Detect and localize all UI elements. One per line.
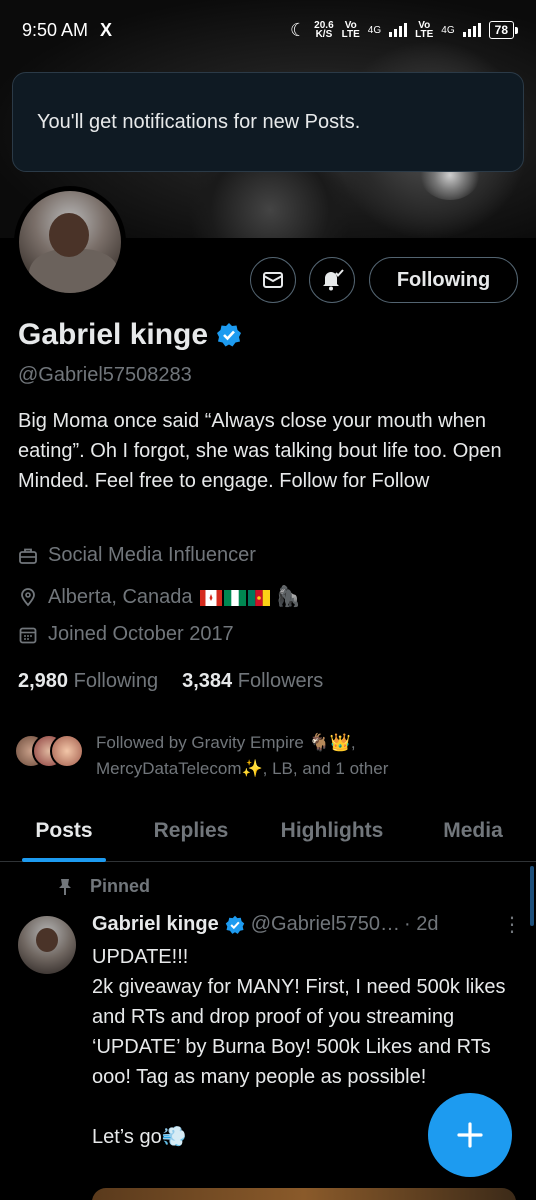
sim1-generation: 4G [367,24,382,36]
cameroon-flag-icon [248,589,271,606]
following-link[interactable]: 2,980 Following [18,670,158,693]
gorilla-emoji: 🦍 [275,586,301,608]
toast-message: You'll get notifications for new Posts. [37,110,361,133]
tab-posts[interactable]: Posts [0,800,128,862]
notifications-button[interactable] [309,257,355,303]
battery-level: 78 [494,23,508,37]
profile-location: Alberta, Canada 🦍 [18,584,301,609]
category-label: Social Media Influencer [48,544,256,566]
tab-highlights[interactable]: Highlights [254,800,410,862]
x-logo-icon: X [100,19,113,40]
avatar-photo [19,191,121,293]
location-pin-icon [21,587,35,606]
tab-media[interactable]: Media [410,800,536,862]
compose-post-button[interactable] [428,1093,512,1177]
follower-avatars [14,734,86,774]
follow-counts: 2,980 Following 3,384 Followers [18,670,323,693]
briefcase-icon [19,548,37,564]
avatar-head-shape [36,928,58,952]
location-label: Alberta, Canada [48,586,193,608]
verified-badge-icon[interactable] [216,322,242,348]
avatar [50,734,84,768]
nigeria-flag-icon [224,589,247,606]
profile-category: Social Media Influencer [18,544,256,567]
sim2-generation: 4G [441,24,455,36]
scrollbar[interactable] [530,866,534,926]
pinned-indicator: Pinned [56,876,150,897]
battery-icon: 78 [488,21,519,39]
bell-check-icon [323,269,344,291]
pinned-label: Pinned [90,876,151,896]
profile-name-row: Gabriel kinge [18,318,242,352]
post-author-avatar[interactable] [18,916,76,974]
sim1-volte-bottom: LTE [341,29,360,40]
envelope-icon [263,272,283,288]
signal-bars-icon [389,23,408,37]
profile-bio: Big Moma once said “Always close your mo… [18,410,502,492]
post-timestamp[interactable]: · 2d [404,913,438,936]
following-label: Following [73,670,159,692]
sim1-volte: Vo LTE [341,21,360,40]
following-button[interactable]: Following [369,257,518,303]
network-speed: 20.6 K/S [314,21,333,40]
profile-avatar[interactable] [14,186,126,298]
profile-joined: Joined October 2017 [18,623,234,646]
followers-count: 3,384 [182,670,233,692]
following-count: 2,980 [18,670,69,692]
post-author-name[interactable]: Gabriel kinge [92,913,219,936]
status-indicators: ☾ 20.6 K/S Vo LTE 4G Vo LTE 4G 78 [290,19,519,41]
avatar-head-shape [49,213,89,257]
sim2-volte: Vo LTE [415,21,434,40]
followers-link[interactable]: 3,384 Followers [182,670,323,693]
plus-icon [457,1122,483,1148]
notification-toast[interactable]: You'll get notifications for new Posts. [12,72,524,172]
sim2-volte-bottom: LTE [415,29,434,40]
profile-tabs: Posts Replies Highlights Media [0,800,536,862]
moon-icon: ☾ [290,19,307,40]
signal-bars-icon [462,23,481,37]
calendar-icon [19,627,37,643]
status-bar: 9:50 AM X ☾ 20.6 K/S Vo LTE 4G Vo LTE 4G… [0,0,536,60]
joined-label: Joined October 2017 [48,623,234,645]
followed-by-text: Followed by Gravity Empire 🐐👑, MercyData… [96,733,389,778]
post-media[interactable] [92,1188,516,1200]
followers-label: Followers [237,670,324,692]
tab-replies[interactable]: Replies [128,800,254,862]
post-author-handle[interactable]: @Gabriel5750… [251,913,400,936]
status-time: 9:50 AM [22,19,89,40]
network-speed-unit: K/S [315,29,333,40]
followed-by[interactable]: Followed by Gravity Empire 🐐👑, MercyData… [14,730,516,782]
post-header: Gabriel kinge @Gabriel5750… · 2d ⋮ [92,912,522,937]
verified-badge-icon [225,915,244,934]
profile-handle: @Gabriel57508283 [18,364,192,386]
more-options-icon[interactable]: ⋮ [502,912,522,937]
canada-flag-icon [200,589,223,606]
profile-name: Gabriel kinge [18,318,209,351]
message-button[interactable] [250,257,296,303]
pin-icon [59,878,71,895]
